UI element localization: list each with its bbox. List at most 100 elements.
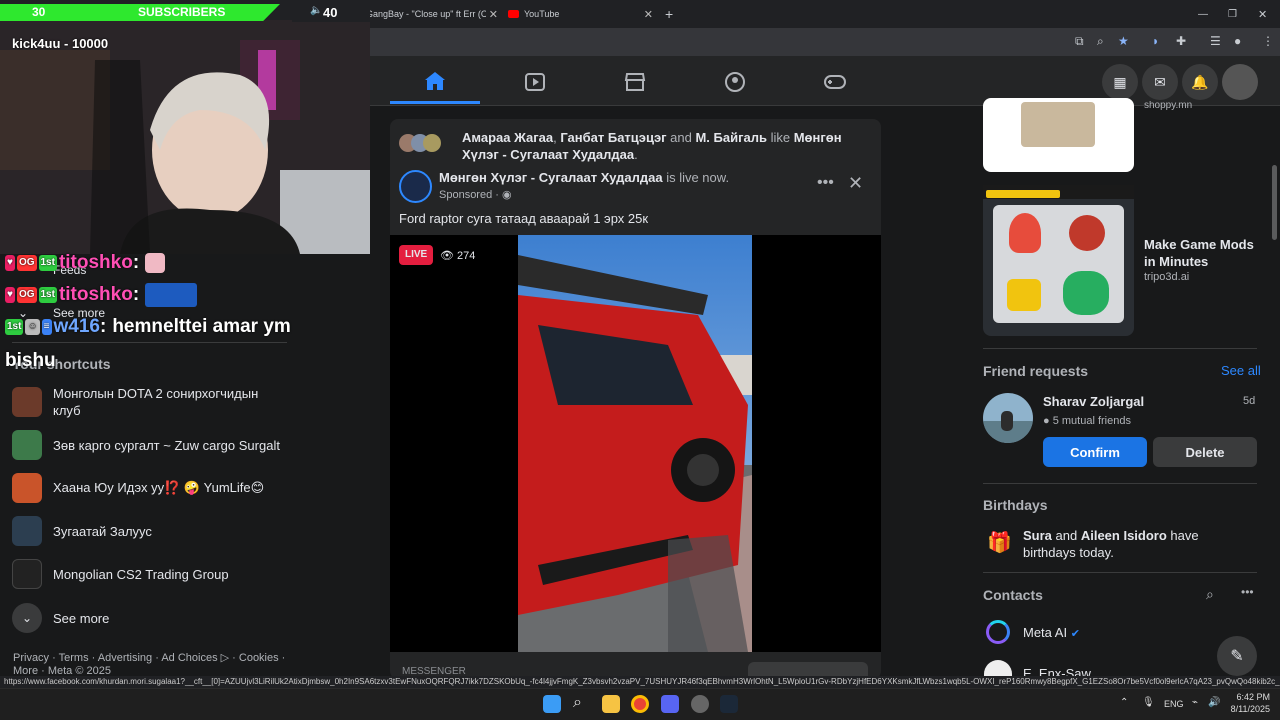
footer-links[interactable]: Privacy · Terms · Advertising · Ad Choic…	[13, 651, 285, 664]
speaker-icon[interactable]: 🔊	[1208, 697, 1220, 708]
birthday-text[interactable]: Sura and Aileen Isidoro have birthdays t…	[1023, 527, 1253, 561]
mutual-friends-text: 5 mutual friends	[1052, 415, 1131, 427]
friend-request-name[interactable]: Sharav Zoljargal	[1043, 394, 1144, 409]
notifications-button[interactable]: 🔔	[1182, 64, 1218, 100]
shortcut-item[interactable]: Хаана Юу Идэх уу⁉️ 🤪 YumLife😊	[12, 473, 264, 503]
shortcut-item[interactable]: Зөв карго сургалт ~ Zuw cargo Surgalt	[12, 430, 280, 460]
see-more-label: See more	[53, 610, 110, 626]
post-caption: Ford raptor суга татаад аваарай 1 эрх 25…	[399, 211, 649, 226]
cast-icon[interactable]: ⧉	[1075, 34, 1084, 49]
nav-home[interactable]	[390, 60, 480, 104]
shortcut-item[interactable]: Mongolian CS2 Trading Group	[12, 559, 229, 589]
page-avatar[interactable]	[399, 170, 432, 203]
divider	[12, 342, 287, 343]
bell-icon: 🔔	[1191, 73, 1209, 90]
zoom-icon[interactable]: ⌕	[1097, 34, 1104, 49]
ad-image-tripo[interactable]	[983, 185, 1134, 336]
clock-date[interactable]: 8/11/2025	[1226, 704, 1270, 714]
birthdays-heading: Birthdays	[983, 497, 1048, 513]
footer-copyright: More · Meta © 2025	[13, 665, 111, 676]
search-contacts-icon[interactable]: ⌕	[1206, 586, 1214, 603]
tab-gangbay[interactable]: GangBay - "Close up" ft Err (Of ✕	[350, 4, 498, 24]
contacts-options-icon[interactable]: •••	[1241, 585, 1254, 599]
file-explorer-icon[interactable]	[602, 695, 620, 713]
post-likes-line: Амараа Жагаа, Ганбат Батцэцэг and М. Бай…	[462, 129, 867, 163]
start-icon[interactable]	[543, 695, 561, 713]
groups-icon	[725, 72, 745, 92]
live-now-text: is live now.	[662, 170, 730, 185]
new-tab-button[interactable]: +	[665, 4, 673, 24]
network-icon[interactable]: ⌁	[1192, 697, 1198, 708]
live-badge: LIVE	[399, 245, 434, 265]
messenger-button[interactable]: ✉	[1142, 64, 1178, 100]
shortcut-item[interactable]: Зугаатай Залуус	[12, 516, 152, 546]
see-more-button[interactable]: ⌄ See more	[12, 603, 109, 633]
reading-list-icon[interactable]: ☰	[1210, 34, 1221, 48]
liker-name[interactable]: М. Байгаль	[695, 130, 767, 145]
liker-name[interactable]: Ганбат Батцэцэг	[560, 130, 666, 145]
live-video-player[interactable]	[390, 235, 881, 652]
menu-grid-button[interactable]: ▦	[1102, 64, 1138, 100]
friend-request-avatar[interactable]	[983, 393, 1033, 443]
delete-button[interactable]: Delete	[1153, 437, 1257, 467]
profile-icon[interactable]: ●	[1234, 34, 1241, 48]
new-message-button[interactable]: ✎	[1217, 636, 1257, 676]
maximize-icon[interactable]: ❐	[1228, 4, 1237, 24]
nav-marketplace[interactable]	[590, 60, 680, 104]
tab-youtube[interactable]: YouTube ✕	[508, 4, 653, 24]
separator: and	[666, 130, 696, 145]
marketplace-icon	[624, 73, 646, 91]
tab-title: YouTube	[524, 9, 560, 19]
page-scrollbar[interactable]	[1272, 165, 1277, 240]
bookmark-star-icon[interactable]: ★	[1118, 34, 1129, 48]
close-window-icon[interactable]: ✕	[1258, 4, 1267, 24]
ad-title[interactable]: Make Game Mods in Minutes	[1144, 236, 1259, 270]
liker-name[interactable]: Амараа Жагаа	[462, 130, 553, 145]
mutual-friends: ● 5 mutual friends	[1043, 415, 1131, 427]
chat-username: bishu	[5, 350, 56, 371]
nav-groups[interactable]	[690, 60, 780, 104]
confirm-button[interactable]: Confirm	[1043, 437, 1147, 467]
see-all-link[interactable]: See all	[1221, 363, 1261, 378]
profile-avatar[interactable]	[1222, 64, 1258, 100]
post-options-icon[interactable]: •••	[817, 174, 834, 192]
home-icon	[425, 71, 445, 90]
steam-icon[interactable]	[720, 695, 738, 713]
close-tab-icon[interactable]: ✕	[644, 8, 653, 21]
menu-kebab-icon[interactable]: ⋮	[1262, 34, 1274, 48]
puzzle-icon[interactable]: ✚	[1176, 34, 1186, 48]
video-icon	[525, 73, 545, 91]
ad-image-shoppy[interactable]	[983, 98, 1134, 172]
nav-video[interactable]	[490, 60, 580, 104]
app-icon[interactable]	[691, 695, 709, 713]
messenger-button[interactable]	[748, 662, 868, 676]
heart-badge-icon: ♥	[5, 287, 15, 303]
grid-icon: ▦	[1113, 73, 1127, 90]
extension-icon[interactable]: ◗	[1152, 34, 1159, 48]
follower-count: 40	[323, 5, 338, 20]
contact-name[interactable]: E. Enx-Saw	[1023, 666, 1091, 676]
first-badge-icon: 1st	[5, 319, 24, 335]
search-icon[interactable]: ⌕	[573, 694, 582, 712]
streamer-name: kick4uu - 10000	[12, 36, 109, 51]
shortcut-label: Зугаатай Залуус	[53, 523, 152, 539]
viewer-number: 274	[457, 250, 476, 262]
nav-gaming[interactable]	[790, 60, 880, 104]
chrome-icon[interactable]	[631, 695, 649, 713]
tray-chevron-icon[interactable]: ⌃	[1120, 697, 1128, 708]
language-indicator[interactable]: ENG	[1164, 699, 1184, 709]
page-name[interactable]: Мөнгөн Хүлэг - Сугалаат Худалдаа	[439, 170, 663, 185]
hide-post-close-icon[interactable]: ✕	[848, 173, 863, 194]
minimize-icon[interactable]: —	[1198, 4, 1208, 24]
chat-message: ♥ OG 1st titoshko:	[5, 252, 166, 274]
microphone-icon[interactable]: 🎙	[1142, 697, 1155, 708]
meta-ai-icon	[986, 620, 1010, 644]
mutual-friend-avatar-icon: ●	[1043, 415, 1053, 427]
close-tab-icon[interactable]: ✕	[489, 8, 498, 21]
clock-time[interactable]: 6:42 PM	[1226, 692, 1270, 702]
contact-avatar[interactable]	[984, 660, 1012, 676]
shortcut-item[interactable]: Монголын DOTA 2 сонирхогчидын клуб	[12, 385, 287, 419]
contact-meta-ai[interactable]: Meta AI ✔	[1023, 625, 1080, 640]
heart-badge-icon: ♥	[5, 255, 15, 271]
discord-icon[interactable]	[661, 695, 679, 713]
